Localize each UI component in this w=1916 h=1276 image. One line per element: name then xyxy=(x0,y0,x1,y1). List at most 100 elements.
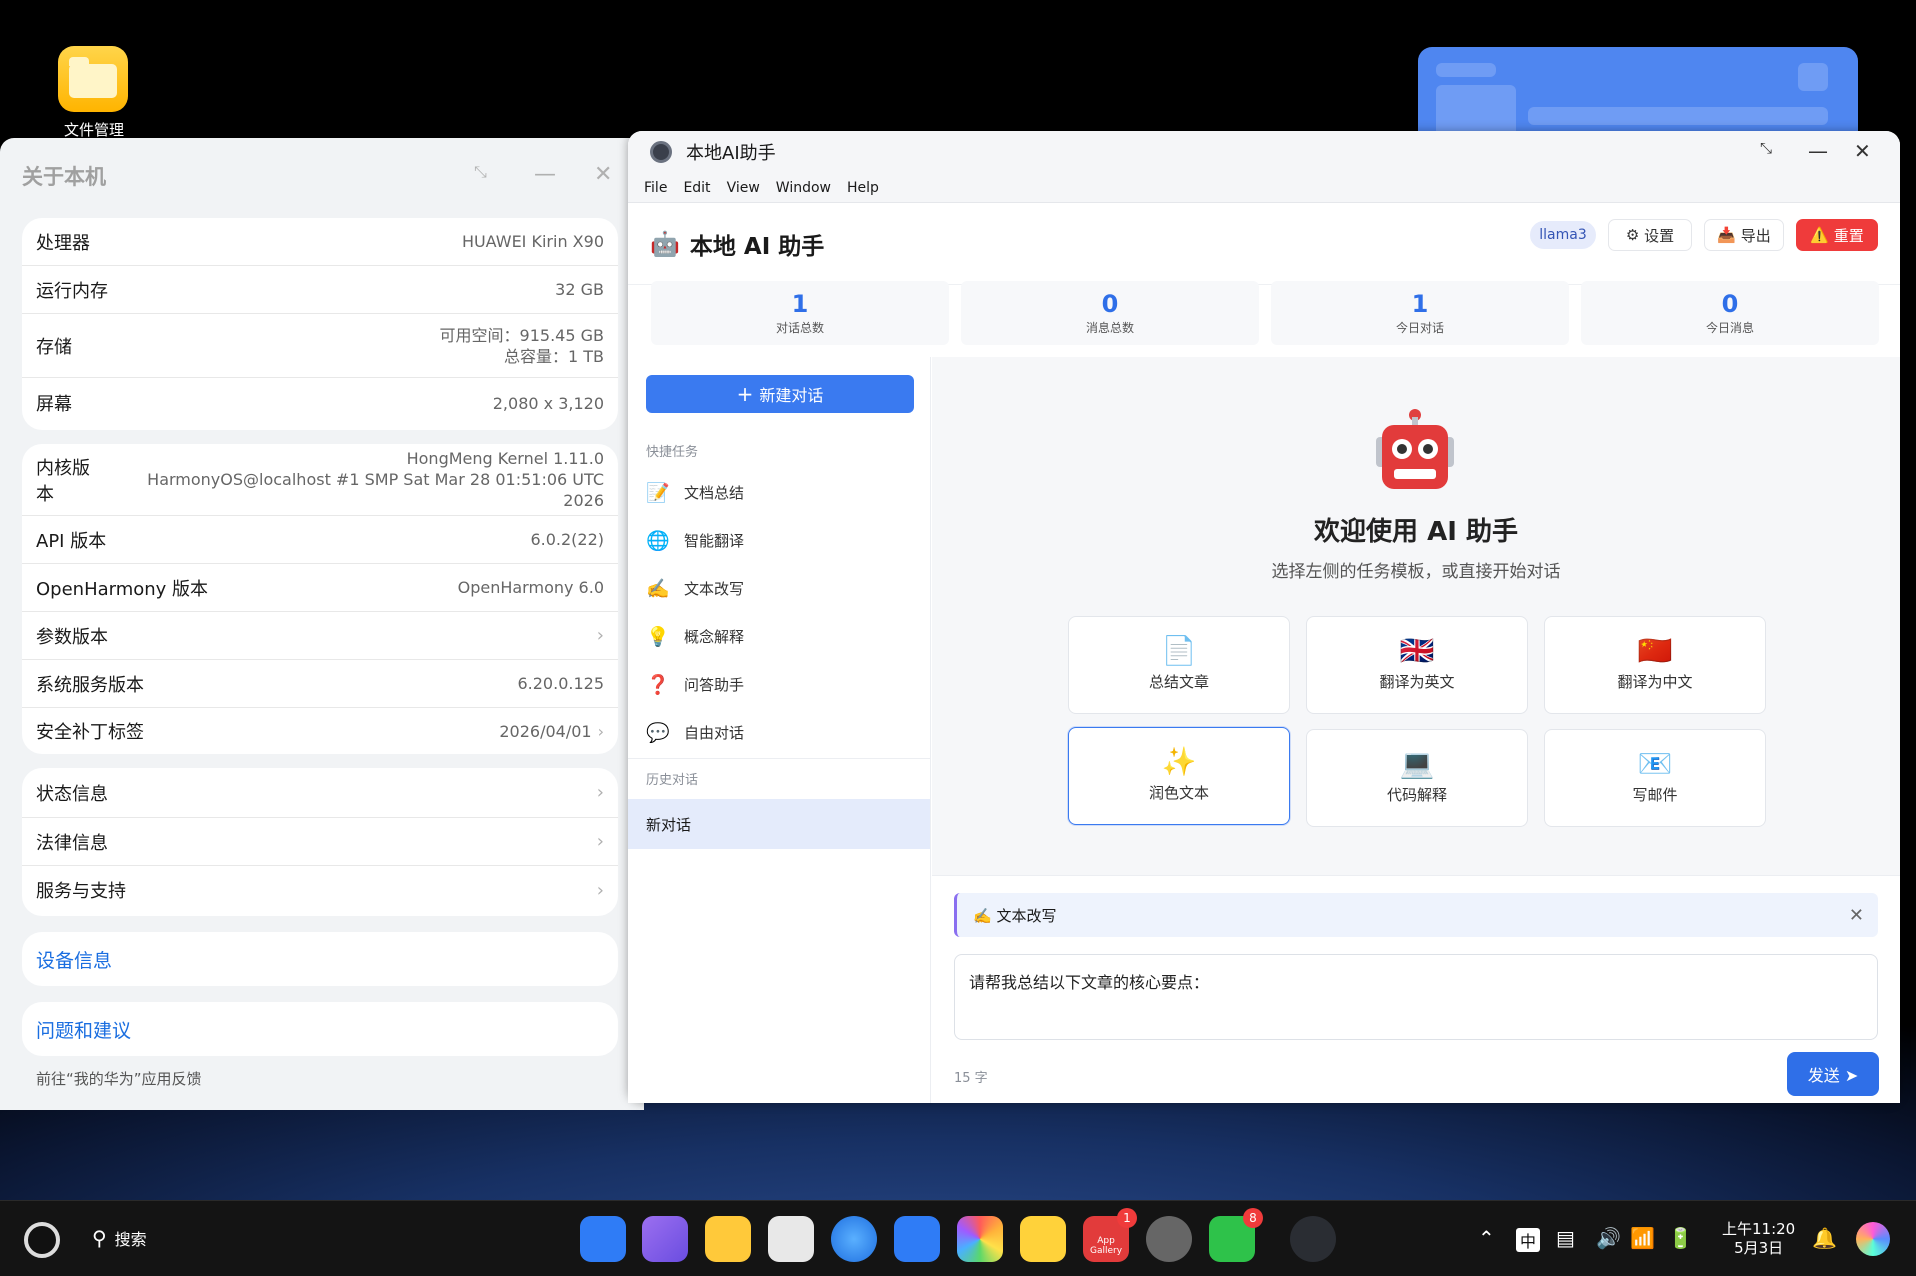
menu-help[interactable]: Help xyxy=(847,180,879,196)
app-center-icon[interactable] xyxy=(580,1216,626,1262)
wechat-badge: 8 xyxy=(1243,1208,1263,1228)
export-button[interactable]: 📥 导出 xyxy=(1704,219,1784,251)
feedback-hint: 前往“我的华为”应用反馈 xyxy=(36,1070,202,1088)
menu-window[interactable]: Window xyxy=(776,180,831,196)
gear-icon: ⚙ xyxy=(1625,226,1645,244)
files-icon[interactable] xyxy=(705,1216,751,1262)
close-icon[interactable]: ✕ xyxy=(594,162,612,187)
support-row[interactable]: 服务与支持 › xyxy=(22,866,618,914)
software-card: 内核版本 HongMeng Kernel 1.11.0 HarmonyOS@loca… xyxy=(22,444,618,754)
memo-icon: 📝 xyxy=(646,482,670,504)
sys-service-row: 系统服务版本 6.20.0.125 xyxy=(22,660,618,708)
ai-titlebar: 本地AI助手 xyxy=(628,131,1900,173)
chevron-right-icon: › xyxy=(596,782,604,803)
send-button[interactable]: 发送 ➤ xyxy=(1787,1052,1879,1096)
browser-icon[interactable] xyxy=(831,1216,877,1262)
task-concept[interactable]: 💡 概念解释 xyxy=(646,625,744,648)
param-version-row[interactable]: 参数版本 › xyxy=(22,612,618,660)
menubar: File Edit View Window Help xyxy=(628,173,1900,203)
battery-icon[interactable]: 🔋 xyxy=(1668,1226,1693,1250)
window-title: 本地AI助手 xyxy=(686,143,776,164)
uk-flag-icon: 🇬🇧 xyxy=(1399,634,1435,667)
feedback-link[interactable]: 问题和建议 xyxy=(22,1002,618,1056)
notes-icon[interactable] xyxy=(1020,1216,1066,1262)
new-chat-button[interactable]: + 新建对话 xyxy=(646,375,914,413)
chevron-right-icon: › xyxy=(597,721,604,741)
menu-edit[interactable]: Edit xyxy=(683,180,710,196)
multitask-icon[interactable] xyxy=(642,1216,688,1262)
info-links-card: 状态信息 › 法律信息 › 服务与支持 › xyxy=(22,768,618,916)
task-translate[interactable]: 🌐 智能翻译 xyxy=(646,529,744,552)
file-manager-icon[interactable] xyxy=(58,46,128,112)
wifi-icon[interactable]: 📶 xyxy=(1630,1226,1655,1250)
legal-info-row[interactable]: 法律信息 › xyxy=(22,818,618,866)
sparkles-icon: ✨ xyxy=(1161,745,1197,778)
start-icon[interactable] xyxy=(24,1222,60,1258)
volume-icon[interactable]: 🔊 xyxy=(1596,1226,1621,1250)
model-badge[interactable]: llama3 xyxy=(1530,221,1596,249)
menu-view[interactable]: View xyxy=(727,180,760,196)
openharmony-row: OpenHarmony 版本 OpenHarmony 6.0 xyxy=(22,564,618,612)
api-row: API 版本 6.0.2(22) xyxy=(22,516,618,564)
task-doc-summary[interactable]: 📝 文档总结 xyxy=(646,481,744,504)
minimize-icon[interactable]: — xyxy=(534,162,556,187)
task-free-chat[interactable]: 💬 自由对话 xyxy=(646,721,744,744)
bell-icon[interactable]: 🔔 xyxy=(1812,1226,1837,1250)
trash-icon[interactable] xyxy=(768,1216,814,1262)
electron-app-icon[interactable] xyxy=(1290,1216,1336,1262)
plus-icon: + xyxy=(736,382,754,406)
chevron-right-icon: › xyxy=(596,879,604,901)
close-tag-icon[interactable]: ✕ xyxy=(1849,905,1864,926)
settings-button[interactable]: ⚙ 设置 xyxy=(1608,219,1692,251)
writing-hand-icon: ✍️ xyxy=(646,578,670,600)
device-info-link[interactable]: 设备信息 xyxy=(22,932,618,986)
processor-row: 处理器 HUAWEI Kirin X90 xyxy=(22,218,618,266)
close-icon[interactable]: ✕ xyxy=(1854,139,1871,163)
maximize-icon[interactable]: ⤡ xyxy=(474,162,487,182)
menu-file[interactable]: File xyxy=(644,180,667,196)
template-summarize[interactable]: 📄 总结文章 xyxy=(1068,616,1290,714)
gallery-icon[interactable] xyxy=(957,1216,1003,1262)
app-title: 本地 AI 助手 xyxy=(689,233,825,260)
task-rewrite[interactable]: ✍️ 文本改写 xyxy=(646,577,744,600)
document-icon: 📄 xyxy=(1161,634,1197,667)
stat-today-chats: 1 今日对话 xyxy=(1271,281,1569,345)
reset-button[interactable]: ⚠️ 重置 xyxy=(1796,219,1878,251)
clock[interactable]: 上午11:20 5月3日 xyxy=(1722,1220,1795,1258)
appgallery-badge: 1 xyxy=(1117,1208,1137,1228)
template-translate-en[interactable]: 🇬🇧 翻译为英文 xyxy=(1306,616,1528,714)
history-item[interactable]: 新对话 xyxy=(628,799,930,849)
quick-tasks-heading: 快捷任务 xyxy=(646,445,699,460)
chevron-right-icon: › xyxy=(596,625,604,646)
status-info-row[interactable]: 状态信息 › xyxy=(22,768,618,818)
search-icon: ⚲ xyxy=(92,1226,107,1250)
email-icon: 📧 xyxy=(1637,747,1673,780)
search-box[interactable]: ⚲ 搜索 xyxy=(92,1226,147,1250)
app-logo-icon xyxy=(650,141,672,163)
message-input[interactable]: 请帮我总结以下文章的核心要点： xyxy=(954,954,1878,1040)
kernel-row: 内核版本 HongMeng Kernel 1.11.0 HarmonyOS@loca… xyxy=(22,444,618,516)
minimize-icon[interactable]: — xyxy=(1808,139,1828,163)
template-translate-zh[interactable]: 🇨🇳 翻译为中文 xyxy=(1544,616,1766,714)
welcome-title: 欢迎使用 AI 助手 xyxy=(1314,517,1518,547)
maximize-icon[interactable]: ⤡ xyxy=(1760,139,1772,157)
patch-row[interactable]: 安全补丁标签 2026/04/01 › xyxy=(22,708,618,754)
template-code-explain[interactable]: 💻 代码解释 xyxy=(1306,729,1528,827)
clipboard-icon[interactable]: ▤ xyxy=(1556,1226,1575,1250)
mail-icon[interactable] xyxy=(894,1216,940,1262)
stat-today-messages: 0 今日消息 xyxy=(1581,281,1879,345)
template-email[interactable]: 📧 写邮件 xyxy=(1544,729,1766,827)
task-qa[interactable]: ❓ 问答助手 xyxy=(646,673,744,696)
robot-icon xyxy=(1376,409,1454,489)
warning-icon: ⚠️ xyxy=(1810,226,1834,244)
assistant-orb-icon[interactable] xyxy=(1856,1222,1890,1256)
welcome-subtitle: 选择左侧的任务模板，或直接开始对话 xyxy=(1271,562,1561,582)
template-polish[interactable]: ✨ 润色文本 xyxy=(1068,727,1290,825)
screen-row: 屏幕 2,080 x 3,120 xyxy=(36,393,604,416)
stat-total-chats: 1 对话总数 xyxy=(651,281,949,345)
chevron-up-icon[interactable]: ⌃ xyxy=(1478,1226,1495,1250)
ime-indicator[interactable]: 中 xyxy=(1516,1228,1541,1252)
globe-icon: 🌐 xyxy=(646,530,670,552)
settings-icon[interactable] xyxy=(1146,1216,1192,1262)
sidebar: + 新建对话 快捷任务 📝 文档总结 🌐 智能翻译 ✍️ 文本改写 💡 概念解释 ❓ 问答助… xyxy=(628,357,931,1103)
